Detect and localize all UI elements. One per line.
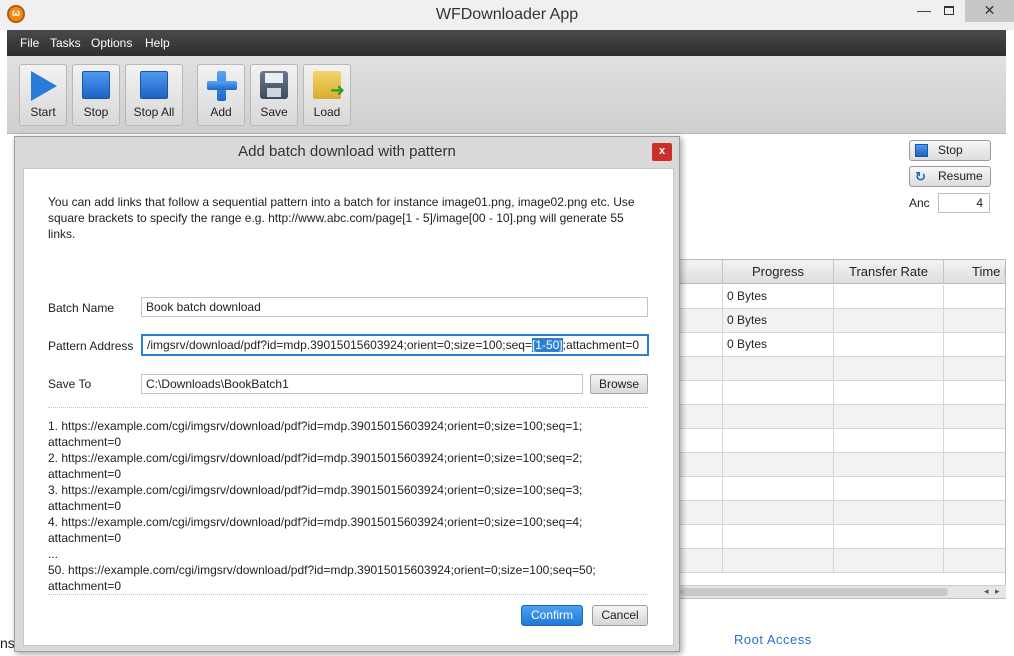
menu-help[interactable]: Help: [145, 30, 170, 56]
save-button[interactable]: Save: [250, 64, 298, 126]
window-title: WFDownloader App: [435, 6, 579, 23]
partial-label: ns: [0, 635, 15, 651]
pattern-text-after: ;attachment=0: [562, 338, 640, 352]
batch-pattern-dialog: Add batch download with pattern x You ca…: [14, 136, 680, 652]
preview-line: ...: [48, 547, 59, 561]
confirm-button[interactable]: Confirm: [521, 605, 583, 626]
preview-line: 4. https://example.com/cgi/imgsrv/downlo…: [48, 515, 583, 529]
preview-line: attachment=0: [48, 467, 122, 481]
stop-label: Stop: [83, 105, 109, 119]
folder-open-icon: [313, 71, 345, 101]
preview-line: 50. https://example.com/cgi/imgsrv/downl…: [48, 563, 596, 577]
pattern-text-before: /imgsrv/download/pdf?id=mdp.390150156039…: [147, 338, 532, 352]
root-access-link[interactable]: Root Access: [734, 632, 812, 647]
preview-line: attachment=0: [48, 499, 122, 513]
preview-line: 1. https://example.com/cgi/imgsrv/downlo…: [48, 419, 583, 433]
progress-cell: 0 Bytes: [723, 285, 834, 309]
cancel-button[interactable]: Cancel: [592, 605, 648, 626]
maximize-icon: [944, 6, 954, 15]
dialog-description: You can add links that follow a sequenti…: [48, 195, 635, 241]
preview-line: 2. https://example.com/cgi/imgsrv/downlo…: [48, 451, 583, 465]
add-label: Add: [210, 105, 232, 119]
table-row: [679, 501, 1005, 525]
divider: [48, 407, 648, 408]
save-to-label: Save To: [48, 377, 92, 391]
save-to-input[interactable]: C:\Downloads\BookBatch1: [141, 374, 583, 394]
scroll-left-icon[interactable]: ◂: [984, 586, 989, 597]
menu-file[interactable]: File: [20, 30, 39, 56]
batch-name-input[interactable]: Book batch download: [141, 297, 648, 317]
anc-input[interactable]: 4: [938, 193, 990, 213]
close-window-button[interactable]: ✕: [965, 0, 1014, 22]
table-row: [679, 405, 1005, 429]
add-button[interactable]: Add: [197, 64, 245, 126]
play-icon: [31, 71, 57, 101]
stop-all-icon: [140, 71, 168, 99]
progress-cell: 0 Bytes: [723, 309, 834, 333]
resume-icon: ↻: [915, 169, 926, 184]
title-bar: ω WFDownloader App — ✕: [0, 0, 1014, 30]
side-resume-label: Resume: [938, 169, 983, 183]
dialog-close-button[interactable]: x: [652, 143, 672, 161]
floppy-disk-icon: [260, 71, 288, 99]
plus-icon: [207, 71, 237, 101]
stop-icon: [915, 144, 928, 157]
horizontal-scrollbar[interactable]: ◂ ▸: [678, 585, 1006, 598]
batch-name-label: Batch Name: [48, 301, 115, 315]
table-row[interactable]: 0 Bytes: [679, 309, 1005, 333]
stop-icon: [82, 71, 110, 99]
table-row: [679, 357, 1005, 381]
preview-line: attachment=0: [48, 531, 122, 545]
maximize-button[interactable]: [935, 0, 963, 22]
anc-label: Anc: [909, 196, 930, 210]
side-stop-label: Stop: [938, 143, 963, 157]
menu-options[interactable]: Options: [91, 30, 132, 56]
pattern-address-input[interactable]: /imgsrv/download/pdf?id=mdp.390150156039…: [141, 334, 649, 356]
load-label: Load: [313, 105, 341, 119]
table-row: [679, 381, 1005, 405]
save-label: Save: [260, 105, 288, 119]
side-resume-button[interactable]: ↻ Resume: [909, 166, 991, 187]
table-header: Progress Transfer Rate Time l: [679, 260, 1005, 284]
preview-line: attachment=0: [48, 579, 122, 593]
browse-button[interactable]: Browse: [590, 374, 648, 394]
column-header-time[interactable]: Time l: [944, 260, 1005, 284]
menu-bar: File Tasks Options Help: [7, 30, 1006, 56]
load-button[interactable]: Load: [303, 64, 351, 126]
table-row: [679, 477, 1005, 501]
table-row: [679, 549, 1005, 573]
dialog-body: You can add links that follow a sequenti…: [23, 168, 674, 646]
start-button[interactable]: Start: [19, 64, 67, 126]
progress-cell: 0 Bytes: [723, 333, 834, 357]
start-label: Start: [30, 105, 56, 119]
pattern-selected-range: [1-50]: [531, 338, 563, 352]
pattern-address-label: Pattern Address: [48, 339, 134, 353]
scrollbar-thumb[interactable]: [680, 588, 948, 596]
table-row[interactable]: 0 Bytes: [679, 285, 1005, 309]
table-row: [679, 453, 1005, 477]
preview-line: 3. https://example.com/cgi/imgsrv/downlo…: [48, 483, 583, 497]
table-row[interactable]: 0 Bytes: [679, 333, 1005, 357]
column-header-progress[interactable]: Progress: [723, 260, 834, 284]
stop-all-button[interactable]: Stop All: [125, 64, 183, 126]
preview-line: attachment=0: [48, 435, 122, 449]
stop-button[interactable]: Stop: [72, 64, 120, 126]
column-header-transfer-rate[interactable]: Transfer Rate: [834, 260, 944, 284]
table-row: [679, 525, 1005, 549]
scroll-right-icon[interactable]: ▸: [995, 586, 1000, 597]
column-header-empty[interactable]: [679, 260, 723, 284]
download-table: Progress Transfer Rate Time l 0 Bytes 0 …: [678, 259, 1006, 599]
toolbar: Start Stop Stop All Add Save Load: [7, 56, 1006, 134]
link-preview: 1. https://example.com/cgi/imgsrv/downlo…: [48, 418, 648, 594]
dialog-title: Add batch download with pattern: [238, 143, 456, 160]
table-row: [679, 429, 1005, 453]
stop-all-label: Stop All: [133, 105, 175, 119]
side-stop-button[interactable]: Stop: [909, 140, 991, 161]
divider: [48, 594, 648, 595]
menu-tasks[interactable]: Tasks: [50, 30, 81, 56]
